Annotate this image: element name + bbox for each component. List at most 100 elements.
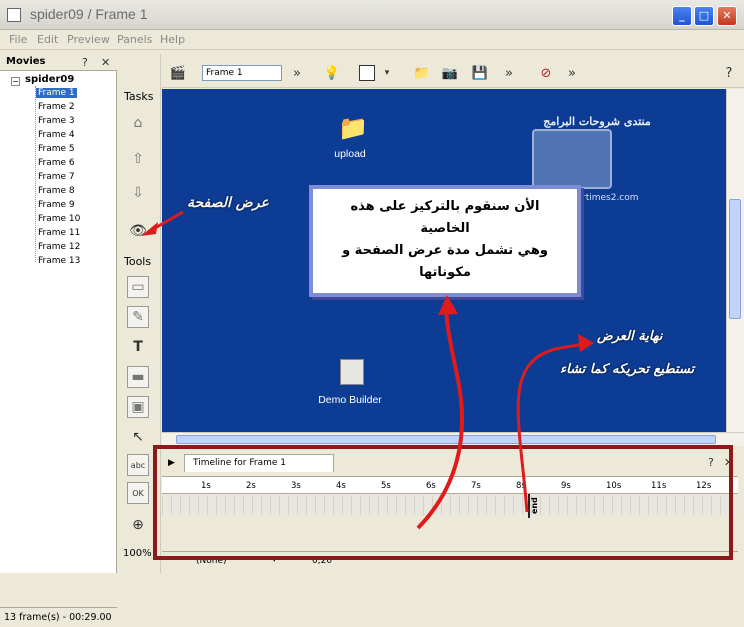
- chevron-down-icon[interactable]: ▾: [272, 555, 277, 565]
- menu-file[interactable]: File: [9, 33, 27, 46]
- scroll-thumb[interactable]: [176, 435, 716, 444]
- image-tool-icon[interactable]: ▣: [127, 396, 149, 418]
- vertical-scrollbar[interactable]: [726, 89, 744, 432]
- help-icon[interactable]: ?: [708, 456, 714, 469]
- tree-item-frame-6[interactable]: Frame 6: [36, 158, 77, 168]
- status-bar: 13 frame(s) - 00:29.00: [0, 607, 117, 627]
- horizontal-scrollbar[interactable]: [162, 432, 744, 446]
- tools-label: Tools: [124, 255, 152, 268]
- close-panel-icon[interactable]: ✕: [101, 56, 110, 69]
- save-icon[interactable]: 💾: [470, 63, 490, 83]
- callout-tool-icon[interactable]: ▭: [127, 276, 149, 298]
- lightbulb-icon[interactable]: 💡: [322, 63, 342, 83]
- text-tool-icon[interactable]: T: [127, 336, 149, 358]
- color-dropdown-icon[interactable]: ▾: [377, 63, 397, 83]
- more-chevron-icon-2[interactable]: »: [562, 63, 582, 83]
- clapper-icon[interactable]: 🎬: [168, 63, 188, 83]
- help-icon[interactable]: ?: [719, 63, 739, 83]
- demo-builder-icon[interactable]: [340, 359, 364, 385]
- minimize-button[interactable]: _: [672, 6, 692, 26]
- watermark-logo: [532, 129, 612, 189]
- desktop-icon-label: upload: [334, 148, 366, 160]
- home-icon[interactable]: ⌂: [127, 112, 149, 134]
- arrow-up-icon[interactable]: ⇧: [127, 148, 149, 170]
- more-chevron-icon[interactable]: »: [499, 63, 519, 83]
- tree-item-frame-7[interactable]: Frame 7: [36, 172, 77, 182]
- tree-item-frame-13[interactable]: Frame 13: [36, 256, 82, 266]
- scroll-thumb[interactable]: [729, 199, 741, 319]
- tick-label: 3s: [291, 481, 301, 491]
- tree-item-frame-1[interactable]: Frame 1: [36, 88, 77, 98]
- timeline-bottom-bar: (None) ▾ 0,20: [162, 551, 738, 573]
- tools-column: Tasks ⌂ ⇧ ⇩ 👁 Tools ▭ ✎ T ▬ ▣ ↖ abc OK ⊕…: [118, 54, 161, 573]
- menu-panels[interactable]: Panels: [117, 33, 152, 46]
- camera-icon[interactable]: 📷: [440, 63, 460, 83]
- menu-bar: File Edit Preview Panels Help: [0, 30, 744, 50]
- collapse-icon[interactable]: −: [11, 77, 20, 86]
- pointer-tool-icon[interactable]: ↖: [127, 426, 149, 448]
- window-title: spider09 / Frame 1: [30, 6, 148, 22]
- transition-value[interactable]: (None): [196, 556, 227, 566]
- tree-item-frame-9[interactable]: Frame 9: [36, 200, 77, 210]
- tree-root[interactable]: spider09: [25, 74, 74, 85]
- tick-label: 6s: [426, 481, 436, 491]
- tick-label: 12s: [696, 481, 712, 491]
- watermark-title: منتدى شروحات البرامج: [543, 115, 651, 128]
- play-icon[interactable]: ▶: [168, 458, 175, 468]
- app-icon: [7, 8, 21, 22]
- frame-select[interactable]: [202, 65, 282, 81]
- movies-header: Movies ? ✕: [0, 54, 117, 71]
- tree-item-frame-10[interactable]: Frame 10: [36, 214, 82, 224]
- end-marker-label: end: [530, 497, 539, 514]
- text-field-tool-icon[interactable]: abc: [127, 454, 149, 476]
- tree-item-frame-12[interactable]: Frame 12: [36, 242, 82, 252]
- menu-help[interactable]: Help: [160, 33, 185, 46]
- tasks-label: Tasks: [124, 90, 154, 103]
- tree-item-frame-2[interactable]: Frame 2: [36, 102, 77, 112]
- rectangle-tool-icon[interactable]: ▬: [127, 366, 149, 388]
- tick-label: 1s: [201, 481, 211, 491]
- ok-button-tool-icon[interactable]: OK: [127, 482, 149, 504]
- timeline-ruler[interactable]: 1s 2s 3s 4s 5s 6s 7s 8s 9s 10s 11s 12s: [162, 476, 738, 494]
- duration-value[interactable]: 0,20: [312, 556, 332, 566]
- maximize-button[interactable]: □: [694, 6, 714, 26]
- explanation-callout: الأن سنقوم بالتركيز على هذه الخاصية وهي …: [309, 185, 581, 297]
- timeline-panel: ▶ Timeline for Frame 1 ? ✕ 1s 2s 3s 4s 5…: [162, 446, 744, 573]
- image-edit-tool-icon[interactable]: ✎: [127, 306, 149, 328]
- annotation-page-display: عرض الصفحة: [187, 195, 269, 211]
- tick-label: 5s: [381, 481, 391, 491]
- timeline-track[interactable]: [162, 495, 738, 515]
- tree-item-frame-11[interactable]: Frame 11: [36, 228, 82, 238]
- help-icon[interactable]: ?: [82, 56, 88, 69]
- movies-panel: Movies ? ✕ − spider09 Frame 1 Frame 2 Fr…: [0, 54, 117, 627]
- color-swatch[interactable]: [359, 65, 375, 81]
- tree-item-frame-5[interactable]: Frame 5: [36, 144, 77, 154]
- tree-item-frame-4[interactable]: Frame 4: [36, 130, 77, 140]
- callout-line-1: الأن سنقوم بالتركيز على هذه: [350, 199, 540, 214]
- desktop-icon-label: Demo Builder: [318, 394, 382, 406]
- callout-line-4: مكوناتها: [419, 265, 471, 280]
- tick-label: 4s: [336, 481, 346, 491]
- zoom-level[interactable]: 100%: [123, 548, 152, 559]
- toolbar: 🎬 » 💡 ▾ 📁 📷 💾 » ⊘ » ?: [162, 54, 744, 88]
- tick-label: 11s: [651, 481, 667, 491]
- watermark-url: rtimes2.com: [582, 193, 639, 203]
- folder-icon[interactable]: 📁: [412, 63, 432, 83]
- close-button[interactable]: ✕: [717, 6, 737, 26]
- close-panel-icon[interactable]: ✕: [724, 456, 733, 469]
- chevron-down-icon[interactable]: »: [287, 63, 307, 83]
- tree-item-frame-8[interactable]: Frame 8: [36, 186, 77, 196]
- folder-icon[interactable]: 📁: [338, 114, 368, 142]
- menu-preview[interactable]: Preview: [67, 33, 110, 46]
- tree-item-frame-3[interactable]: Frame 3: [36, 116, 77, 126]
- movies-title: Movies: [6, 56, 46, 67]
- callout-line-2: الخاصية: [420, 221, 470, 236]
- no-entry-icon[interactable]: ⊘: [536, 63, 556, 83]
- eye-icon[interactable]: 👁: [127, 220, 149, 242]
- annotation-move-hint: تستطيع تحريكه كما تشاء: [560, 362, 695, 377]
- tab-timeline[interactable]: Timeline for Frame 1: [184, 454, 334, 472]
- tick-label: 2s: [246, 481, 256, 491]
- target-tool-icon[interactable]: ⊕: [127, 514, 149, 536]
- arrow-down-icon[interactable]: ⇩: [127, 182, 149, 204]
- menu-edit[interactable]: Edit: [37, 33, 58, 46]
